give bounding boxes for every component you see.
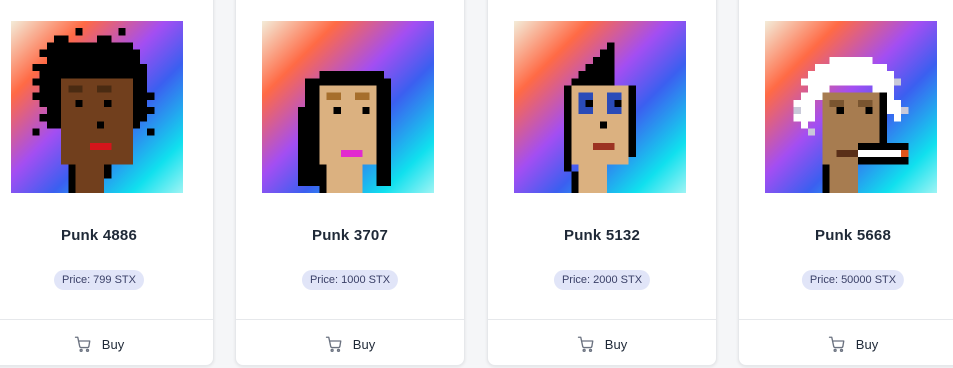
price-badge: Price: 50000 STX: [801, 270, 905, 290]
card-footer: Buy: [488, 319, 716, 365]
buy-button[interactable]: Buy: [325, 335, 375, 353]
punk-image[interactable]: [11, 21, 183, 193]
punk-avatar-white-hair-cigarette: [765, 21, 937, 193]
punk-image[interactable]: [514, 21, 686, 193]
buy-label: Buy: [604, 336, 628, 352]
nft-card[interactable]: Punk 5668 Price: 50000 STX Buy: [738, 0, 953, 366]
cart-icon: [325, 336, 342, 353]
punk-avatar-dark-skin-afro: [11, 21, 183, 193]
punk-image[interactable]: [765, 21, 937, 193]
punk-image[interactable]: [262, 21, 434, 193]
buy-label: Buy: [352, 336, 376, 352]
cart-icon: [828, 336, 845, 353]
buy-label: Buy: [855, 336, 879, 352]
cart-icon: [577, 336, 594, 353]
punk-avatar-long-hair: [262, 21, 434, 193]
punk-avatar-mohawk: [514, 21, 686, 193]
cart-icon: [74, 336, 91, 353]
price-badge: Price: 1000 STX: [301, 270, 399, 290]
punk-name: Punk 5668: [814, 227, 891, 244]
buy-button[interactable]: Buy: [828, 335, 878, 353]
buy-label: Buy: [101, 336, 125, 352]
nft-card[interactable]: Punk 5132 Price: 2000 STX Buy: [487, 0, 717, 366]
punk-name: Punk 4886: [60, 227, 137, 244]
card-footer: Buy: [0, 319, 213, 365]
price-badge: Price: 799 STX: [54, 270, 144, 290]
nft-card[interactable]: Punk 3707 Price: 1000 STX Buy: [235, 0, 465, 366]
card-footer: Buy: [739, 319, 953, 365]
nft-card[interactable]: Punk 4886 Price: 799 STX Buy: [0, 0, 214, 366]
price-badge: Price: 2000 STX: [553, 270, 651, 290]
buy-button[interactable]: Buy: [577, 335, 627, 353]
card-footer: Buy: [236, 319, 464, 365]
punk-name: Punk 3707: [311, 227, 388, 244]
nft-card-grid: Punk 4886 Price: 799 STX Buy Punk 3707 P…: [0, 0, 953, 368]
buy-button[interactable]: Buy: [74, 335, 124, 353]
punk-name: Punk 5132: [563, 227, 640, 244]
